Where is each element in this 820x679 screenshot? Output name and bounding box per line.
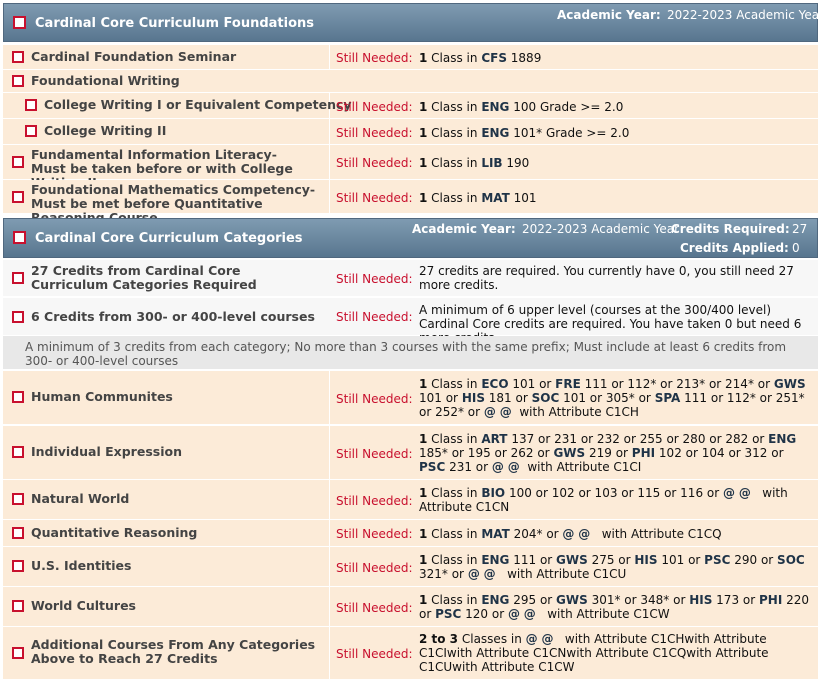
- status-checkbox-icon[interactable]: [12, 191, 24, 203]
- status-checkbox-icon[interactable]: [12, 51, 24, 63]
- status-checkbox-icon[interactable]: [12, 560, 24, 572]
- status-checkbox-icon[interactable]: [12, 493, 24, 505]
- credits-required-value: 27: [792, 222, 808, 236]
- academic-year-label: Academic Year:: [557, 8, 661, 22]
- requirement-detail: 1 Class in ECO 101 or FRE 111 or 112* or…: [419, 377, 806, 419]
- requirement-label[interactable]: Foundational Writing: [31, 74, 180, 88]
- category-note: A minimum of 3 credits from each categor…: [3, 336, 818, 369]
- category-label[interactable]: Human Communites: [31, 390, 173, 404]
- category-label[interactable]: U.S. Identities: [31, 559, 131, 573]
- requirement-row: Cardinal Foundation Seminar Still Needed…: [3, 45, 818, 69]
- requirement-detail: 1 Class in BIO 100 or 102 or 103 or 115 …: [419, 486, 788, 514]
- requirement-detail: 1 Class in CFS 1889: [419, 51, 542, 65]
- category-label[interactable]: Additional Courses From Any Categories A…: [31, 638, 321, 666]
- category-label[interactable]: Natural World: [31, 492, 129, 506]
- status-checkbox-icon[interactable]: [12, 446, 24, 458]
- still-needed-label: Still Needed:: [336, 100, 413, 114]
- category-label[interactable]: Quantitative Reasoning: [31, 526, 197, 540]
- still-needed-label: Still Needed:: [336, 561, 413, 575]
- foundations-title: Cardinal Core Curriculum Foundations: [35, 16, 315, 31]
- category-row: Human Communites Still Needed: 1 Class i…: [3, 371, 818, 424]
- still-needed-label: Still Needed:: [336, 191, 413, 205]
- category-row: U.S. Identities Still Needed: 1 Class in…: [3, 547, 818, 586]
- status-checkbox-icon[interactable]: [12, 647, 24, 659]
- credits-applied-value: 0: [792, 241, 800, 255]
- requirement-detail: 1 Class in ENG 101* Grade >= 2.0: [419, 126, 630, 140]
- foundations-header: Cardinal Core Curriculum Foundations Aca…: [3, 3, 820, 42]
- foundations-checkbox-icon[interactable]: [13, 16, 26, 29]
- requirement-row: College Writing I or Equivalent Competen…: [3, 93, 818, 118]
- requirement-detail: 1 Class in MAT 101: [419, 191, 537, 205]
- category-row: Natural World Still Needed: 1 Class in B…: [3, 480, 818, 519]
- status-checkbox-icon[interactable]: [25, 125, 37, 137]
- requirement-row: Foundational Writing: [3, 70, 818, 92]
- foundations-section: Cardinal Core Curriculum Foundations Aca…: [3, 3, 820, 225]
- requirement-detail: 1 Class in MAT 204* or @ @ with Attribut…: [419, 527, 722, 541]
- credits-required-label: Credits Required:: [671, 222, 790, 236]
- categories-title: Cardinal Core Curriculum Categories: [35, 231, 303, 246]
- categories-checkbox-icon[interactable]: [13, 231, 26, 244]
- still-needed-label: Still Needed:: [336, 51, 413, 65]
- categories-section: Cardinal Core Curriculum Categories Acad…: [3, 218, 818, 679]
- category-label[interactable]: Individual Expression: [31, 445, 182, 459]
- still-needed-label: Still Needed:: [336, 310, 413, 324]
- status-checkbox-icon[interactable]: [12, 156, 24, 168]
- requirement-label[interactable]: College Writing II: [44, 124, 166, 138]
- category-row: Quantitative Reasoning Still Needed: 1 C…: [3, 520, 818, 546]
- requirement-row: Foundational Mathematics Competency-Must…: [3, 180, 818, 225]
- status-checkbox-icon[interactable]: [12, 391, 24, 403]
- requirement-row: 6 Credits from 300- or 400-level courses…: [3, 298, 818, 345]
- category-note-text: A minimum of 3 credits from each categor…: [25, 340, 787, 368]
- credits-applied-label: Credits Applied:: [680, 241, 789, 255]
- status-checkbox-icon[interactable]: [12, 600, 24, 612]
- categories-header: Cardinal Core Curriculum Categories Acad…: [3, 218, 818, 258]
- still-needed-label: Still Needed:: [336, 647, 413, 661]
- still-needed-label: Still Needed:: [336, 447, 413, 461]
- still-needed-label: Still Needed:: [336, 156, 413, 170]
- requirement-row: 27 Credits from Cardinal Core Curriculum…: [3, 260, 818, 296]
- requirement-row: Fundamental Information Literacy-Must be…: [3, 145, 818, 190]
- status-checkbox-icon[interactable]: [12, 311, 24, 323]
- requirement-label[interactable]: Cardinal Foundation Seminar: [31, 50, 236, 64]
- requirement-row: College Writing II Still Needed: 1 Class…: [3, 119, 818, 144]
- still-needed-label: Still Needed:: [336, 494, 413, 508]
- requirement-detail: 1 Class in ENG 100 Grade >= 2.0: [419, 100, 624, 114]
- status-checkbox-icon[interactable]: [12, 75, 24, 87]
- status-checkbox-icon[interactable]: [12, 272, 24, 284]
- category-row: World Cultures Still Needed: 1 Class in …: [3, 587, 818, 626]
- academic-year-value: 2022-2023 Academic Year: [667, 8, 820, 22]
- category-row: Additional Courses From Any Categories A…: [3, 627, 818, 679]
- still-needed-label: Still Needed:: [336, 272, 413, 286]
- academic-year-value: 2022-2023 Academic Year: [522, 222, 680, 236]
- requirement-detail: 1 Class in ENG 111 or GWS 275 or HIS 101…: [419, 553, 805, 581]
- category-label[interactable]: World Cultures: [31, 599, 136, 613]
- status-checkbox-icon[interactable]: [12, 527, 24, 539]
- requirement-label[interactable]: 6 Credits from 300- or 400-level courses: [31, 310, 315, 324]
- still-needed-label: Still Needed:: [336, 601, 413, 615]
- academic-year-label: Academic Year:: [412, 222, 516, 236]
- requirement-label[interactable]: College Writing I or Equivalent Competen…: [44, 98, 352, 112]
- requirement-detail: 27 credits are required. You currently h…: [419, 264, 794, 292]
- still-needed-label: Still Needed:: [336, 527, 413, 541]
- still-needed-label: Still Needed:: [336, 392, 413, 406]
- still-needed-label: Still Needed:: [336, 126, 413, 140]
- requirement-detail: 1 Class in ENG 295 or GWS 301* or 348* o…: [419, 593, 810, 621]
- requirement-detail: 1 Class in LIB 190: [419, 156, 530, 170]
- requirement-detail: 2 to 3 Classes in @ @ with Attribute C1C…: [419, 632, 769, 674]
- category-row: Individual Expression Still Needed: 1 Cl…: [3, 426, 818, 479]
- requirement-detail: 1 Class in ART 137 or 231 or 232 or 255 …: [419, 432, 797, 474]
- status-checkbox-icon[interactable]: [25, 99, 37, 111]
- requirement-label[interactable]: 27 Credits from Cardinal Core Curriculum…: [31, 264, 321, 292]
